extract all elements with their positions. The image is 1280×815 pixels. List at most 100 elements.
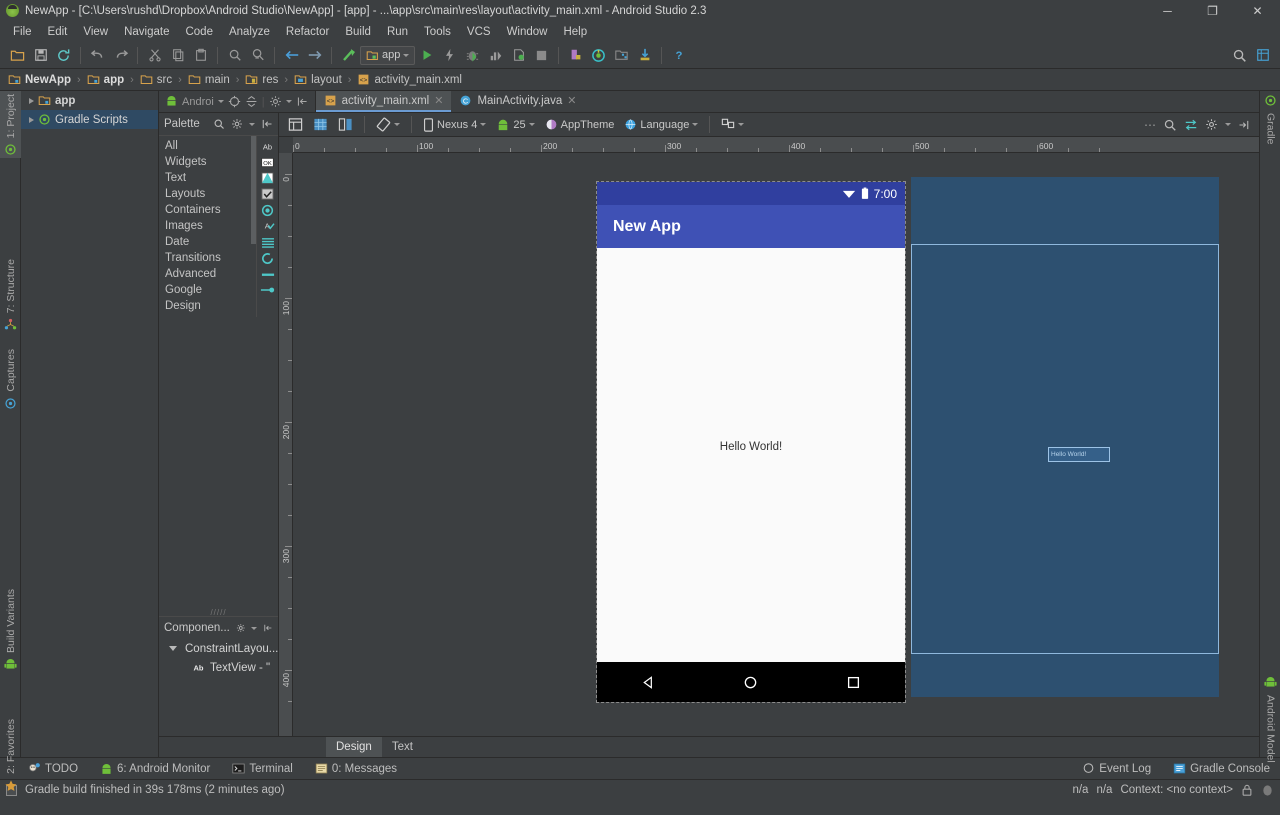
lock-icon[interactable]: [1241, 784, 1253, 797]
listview-icon[interactable]: [257, 234, 278, 250]
menu-item-file[interactable]: File: [5, 24, 40, 40]
sync-icon[interactable]: [53, 45, 74, 66]
tool-window-event-log[interactable]: Event Log: [1082, 762, 1151, 775]
radiobutton-icon[interactable]: [257, 202, 278, 218]
menu-item-window[interactable]: Window: [499, 24, 556, 40]
editor-tab-activity-main-xml[interactable]: <> activity_main.xml ✕: [316, 91, 452, 112]
sidebar-item-android-model[interactable]: Android Model: [1260, 673, 1280, 766]
design-mode-icon[interactable]: [284, 115, 307, 135]
find-usages-icon[interactable]: [247, 45, 268, 66]
search-icon[interactable]: [1163, 118, 1177, 132]
back-icon[interactable]: [281, 45, 302, 66]
sidebar-item-build-variants[interactable]: Build Variants: [0, 586, 21, 673]
sidebar-item-project[interactable]: 1: Project: [0, 91, 21, 158]
sidebar-item-favorites[interactable]: 2: Favorites: [0, 716, 21, 795]
project-tree-row-app[interactable]: app: [21, 91, 158, 110]
palette-category-advanced[interactable]: Advanced: [159, 266, 251, 282]
sync-gradle-icon[interactable]: [634, 45, 655, 66]
close-button[interactable]: ✕: [1235, 0, 1280, 21]
close-icon[interactable]: ✕: [567, 94, 576, 107]
button-icon[interactable]: OK: [257, 154, 278, 170]
palette-category-layouts[interactable]: Layouts: [159, 186, 251, 202]
component-tree-node-constraintlayout[interactable]: ConstraintLayou...: [159, 639, 278, 658]
palette-scrollbar[interactable]: [251, 136, 256, 317]
sidebar-item-gradle[interactable]: Gradle: [1260, 91, 1280, 148]
component-tree-node-textview[interactable]: Ab TextView - ": [159, 658, 278, 677]
hide-icon[interactable]: [296, 95, 309, 108]
gear-icon[interactable]: [1205, 118, 1218, 131]
close-icon[interactable]: ✕: [434, 94, 443, 107]
project-structure-icon[interactable]: [611, 45, 632, 66]
project-tree-row-gradle-scripts[interactable]: Gradle Scripts: [21, 110, 158, 129]
chevron-down-icon[interactable]: [251, 627, 257, 630]
both-mode-icon[interactable]: [334, 115, 357, 135]
palette-category-date[interactable]: Date: [159, 234, 251, 250]
orientation-selector[interactable]: [372, 115, 404, 135]
menu-item-navigate[interactable]: Navigate: [116, 24, 177, 40]
progressbar-icon[interactable]: [257, 250, 278, 266]
breadcrumb-item-activity-main-xml[interactable]: <> activity_main.xml: [357, 73, 462, 86]
sidebar-item-structure[interactable]: 7: Structure: [0, 256, 21, 333]
forward-icon[interactable]: [304, 45, 325, 66]
api-level-selector[interactable]: 25: [492, 115, 538, 135]
save-all-icon[interactable]: [30, 45, 51, 66]
tab-design[interactable]: Design: [326, 737, 382, 757]
collapse-triangle-icon[interactable]: [169, 646, 177, 651]
tool-window-android-monitor[interactable]: 6: Android Monitor: [100, 763, 210, 775]
chevron-down-icon[interactable]: [286, 100, 292, 103]
breadcrumb-item-app[interactable]: app: [87, 73, 124, 86]
stop-icon[interactable]: [531, 45, 552, 66]
paste-icon[interactable]: [190, 45, 211, 66]
layout-inspector-icon[interactable]: [1252, 45, 1273, 66]
settings-icon[interactable]: [269, 95, 282, 108]
collapse-all-icon[interactable]: [263, 622, 273, 634]
run-configuration-selector[interactable]: app: [360, 46, 415, 65]
expand-triangle-icon[interactable]: [29, 117, 34, 123]
build-icon[interactable]: [338, 45, 359, 66]
pane-splitter[interactable]: /////: [159, 608, 278, 616]
palette-category-transitions[interactable]: Transitions: [159, 250, 251, 266]
menu-item-view[interactable]: View: [75, 24, 116, 40]
swap-icon[interactable]: [1184, 118, 1198, 132]
preview-hello-world-text[interactable]: Hello World!: [597, 441, 905, 453]
device-selector[interactable]: Nexus 4: [419, 115, 490, 135]
help-icon[interactable]: ?: [668, 45, 689, 66]
search-everywhere-icon[interactable]: [1229, 45, 1250, 66]
tool-window-terminal[interactable]: Terminal: [232, 762, 292, 775]
layout-variants-selector[interactable]: [717, 115, 748, 135]
menu-item-build[interactable]: Build: [337, 24, 379, 40]
run-icon[interactable]: [416, 45, 437, 66]
breadcrumb-item-main[interactable]: main: [188, 73, 230, 86]
blueprint-preview[interactable]: Hello World!: [911, 177, 1219, 697]
autocomplete-icon[interactable]: A: [257, 218, 278, 234]
collapse-icon[interactable]: [245, 95, 258, 108]
avd-manager-icon[interactable]: [565, 45, 586, 66]
menu-item-run[interactable]: Run: [379, 24, 416, 40]
find-icon[interactable]: [224, 45, 245, 66]
menu-item-analyze[interactable]: Analyze: [221, 24, 278, 40]
target-icon[interactable]: [228, 95, 241, 108]
gear-icon[interactable]: [231, 118, 243, 130]
blueprint-root-constraintlayout[interactable]: Hello World!: [911, 244, 1219, 654]
breadcrumb-item-newapp[interactable]: NewApp: [8, 73, 71, 86]
palette-category-text[interactable]: Text: [159, 170, 251, 186]
android-view-icon[interactable]: [165, 95, 178, 108]
palette-category-containers[interactable]: Containers: [159, 202, 251, 218]
checkbox-icon[interactable]: [257, 186, 278, 202]
render-surface[interactable]: 7:00 New App Hello World!: [293, 153, 1259, 736]
search-icon[interactable]: [213, 118, 225, 130]
breadcrumb-item-src[interactable]: src: [140, 73, 172, 86]
minimize-button[interactable]: ─: [1145, 0, 1190, 21]
gear-icon[interactable]: [236, 622, 246, 634]
device-preview[interactable]: 7:00 New App Hello World!: [597, 182, 905, 702]
maximize-button[interactable]: ❐: [1190, 0, 1235, 21]
expand-triangle-icon[interactable]: [29, 98, 34, 104]
copy-icon[interactable]: [167, 45, 188, 66]
overflow-icon[interactable]: ⋯: [1144, 118, 1156, 132]
redo-icon[interactable]: [110, 45, 131, 66]
imageview-icon[interactable]: [257, 170, 278, 186]
chevron-down-icon[interactable]: [249, 123, 255, 126]
palette-category-google[interactable]: Google: [159, 282, 251, 298]
menu-item-refactor[interactable]: Refactor: [278, 24, 337, 40]
language-selector[interactable]: Language: [620, 115, 702, 135]
